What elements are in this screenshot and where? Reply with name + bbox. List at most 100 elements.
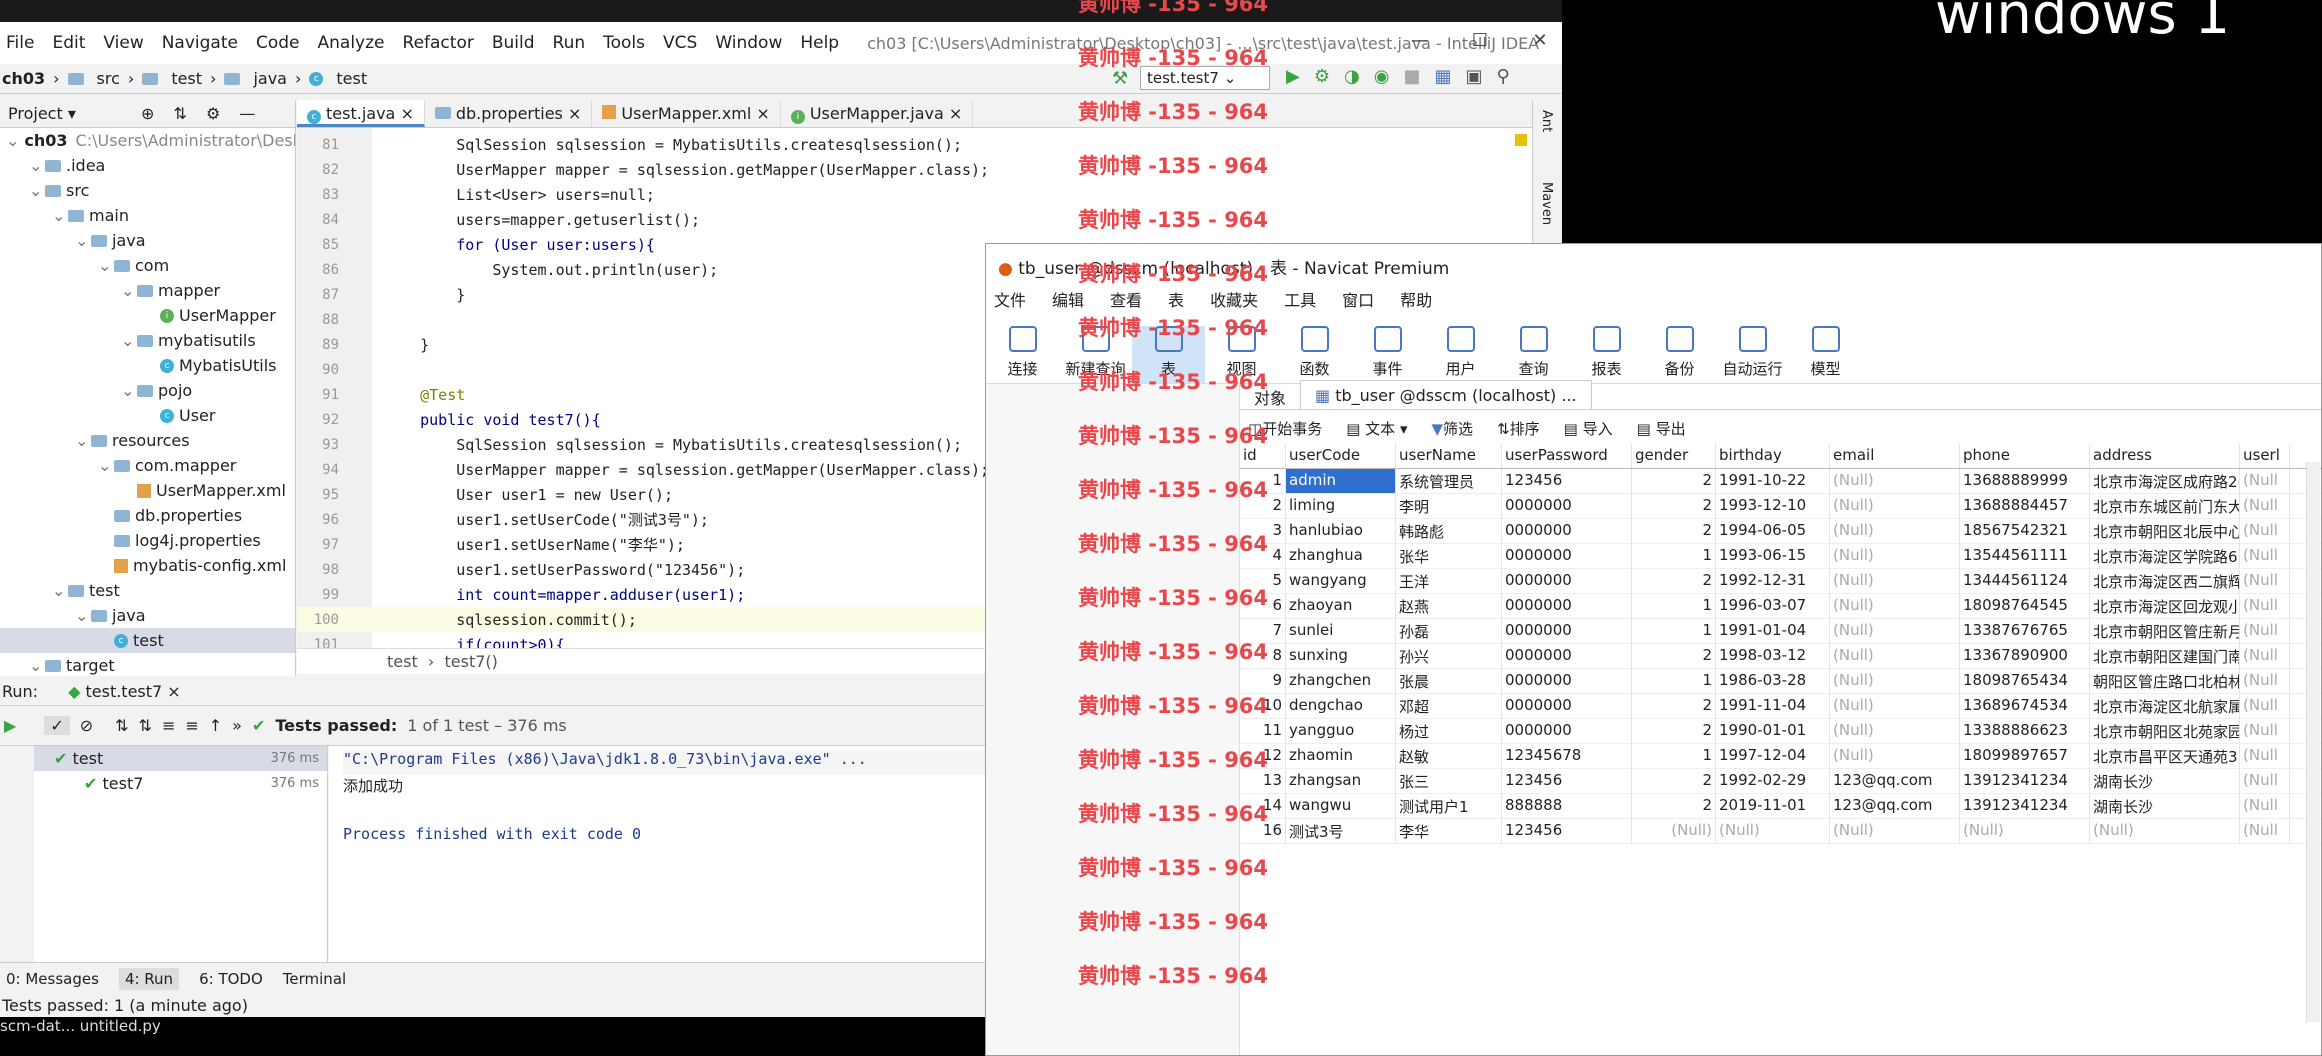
toolbar-backup-button[interactable]: 备份: [1643, 326, 1716, 383]
table-cell[interactable]: 0000000: [1502, 594, 1632, 618]
table-cell[interactable]: (Null: [2240, 769, 2290, 793]
tree-item[interactable]: ⌄ ch03 C:\Users\Administrator\Desk: [0, 128, 295, 153]
table-cell[interactable]: 系统管理员: [1396, 469, 1502, 493]
table-cell[interactable]: 123456: [1502, 469, 1632, 493]
table-cell[interactable]: 朝阳区管庄路口北柏林: [2090, 669, 2240, 693]
run-tab[interactable]: ◆ test.test7 ×: [68, 682, 181, 701]
table-cell[interactable]: 北京市朝阳区北苑家园: [2090, 719, 2240, 743]
table-row[interactable]: 3 hanlubiao 韩路彪 0000000 2 1994-06-05 (Null) 185…: [1240, 519, 2321, 544]
table-cell[interactable]: 13912341234: [1960, 794, 2090, 818]
column-header[interactable]: userCode: [1286, 444, 1396, 468]
project-structure-icon[interactable]: ▦: [1434, 66, 1451, 87]
table-cell[interactable]: 孙磊: [1396, 619, 1502, 643]
table-cell[interactable]: 18098765434: [1960, 669, 2090, 693]
nav-menu-window[interactable]: 窗口: [1342, 287, 1374, 311]
stop-icon[interactable]: ■: [1403, 66, 1420, 87]
tree-item[interactable]: ⌄ test: [0, 578, 295, 603]
tree-item[interactable]: c MybatisUtils: [0, 353, 295, 378]
close-icon[interactable]: ×: [949, 104, 962, 123]
table-cell[interactable]: 邓超: [1396, 694, 1502, 718]
table-cell[interactable]: 北京市朝阳区管庄新月: [2090, 619, 2240, 643]
close-icon[interactable]: ✕: [1520, 30, 1560, 51]
tab-run[interactable]: 4: Run: [118, 967, 180, 990]
more-icon[interactable]: »: [232, 716, 242, 735]
text-button[interactable]: ▤ 文本 ▾: [1346, 418, 1407, 439]
table-cell[interactable]: 赵敏: [1396, 744, 1502, 768]
tab-usermapper-java[interactable]: i UserMapper.java ×: [781, 100, 974, 127]
table-cell[interactable]: 赵燕: [1396, 594, 1502, 618]
table-cell[interactable]: 13688889999: [1960, 469, 2090, 493]
show-ignored-icon[interactable]: ⊘: [80, 716, 93, 735]
table-cell[interactable]: 123456: [1502, 819, 1632, 843]
table-cell[interactable]: 13912341234: [1960, 769, 2090, 793]
chevron-down-icon[interactable]: ⌄: [121, 331, 137, 350]
table-cell[interactable]: 13544561111: [1960, 544, 2090, 568]
table-row[interactable]: 5 wangyang 王洋 0000000 2 1992-12-31 (Null) 13444…: [1240, 569, 2321, 594]
table-cell[interactable]: 1996-03-07: [1716, 594, 1830, 618]
table-cell[interactable]: (Null): [1830, 619, 1960, 643]
crumb-method[interactable]: test7(): [444, 652, 497, 671]
close-icon[interactable]: ×: [400, 104, 413, 123]
menu-edit[interactable]: Edit: [52, 33, 85, 53]
tab-terminal[interactable]: Terminal: [283, 970, 346, 988]
nav-menu-view[interactable]: 查看: [1110, 287, 1142, 311]
tab-test-java[interactable]: c test.java ×: [297, 100, 425, 127]
table-cell[interactable]: (Null): [1830, 494, 1960, 518]
table-cell[interactable]: 123@qq.com: [1830, 769, 1960, 793]
toolbar-function-button[interactable]: 函数: [1278, 326, 1351, 383]
table-row[interactable]: 11 yangguo 杨过 0000000 2 1990-01-01 (Null) 13388…: [1240, 719, 2321, 744]
table-cell[interactable]: 13388886623: [1960, 719, 2090, 743]
table-cell[interactable]: 北京市朝阳区北辰中心: [2090, 519, 2240, 543]
table-cell[interactable]: 13689674534: [1960, 694, 2090, 718]
table-cell[interactable]: 0000000: [1502, 519, 1632, 543]
expand-all-icon[interactable]: ≡: [162, 716, 175, 735]
tab-messages[interactable]: 0: Messages: [6, 970, 99, 988]
target-icon[interactable]: ⊕: [141, 104, 154, 123]
toolbar-automation-button[interactable]: 自动运行: [1716, 326, 1789, 383]
table-cell[interactable]: 2: [1632, 569, 1716, 593]
table-cell[interactable]: (Null: [2240, 569, 2290, 593]
tree-item[interactable]: db.properties: [0, 503, 295, 528]
chevron-down-icon[interactable]: ⌄: [52, 206, 68, 225]
close-icon[interactable]: ×: [756, 104, 769, 123]
table-cell[interactable]: 北京市朝阳区建国门南: [2090, 644, 2240, 668]
table-cell[interactable]: 湖南长沙: [2090, 794, 2240, 818]
table-cell[interactable]: 1991-11-04: [1716, 694, 1830, 718]
filter-button[interactable]: ▼筛选: [1432, 418, 1474, 439]
table-cell[interactable]: wangwu: [1286, 794, 1396, 818]
table-cell[interactable]: 1: [1632, 619, 1716, 643]
rerun-icon[interactable]: ▶: [4, 716, 16, 735]
table-cell[interactable]: 0000000: [1502, 694, 1632, 718]
table-cell[interactable]: (Null): [1830, 744, 1960, 768]
tab-tb-user[interactable]: ▦ tb_user @dsscm (localhost) ...: [1300, 380, 1592, 409]
table-cell[interactable]: (Null: [2240, 594, 2290, 618]
crumb-src[interactable]: src: [97, 69, 120, 88]
tree-item[interactable]: ⌄ resources: [0, 428, 295, 453]
import-button[interactable]: ▤ 导入: [1564, 418, 1613, 439]
table-cell[interactable]: (Null): [1830, 544, 1960, 568]
gear-icon[interactable]: ⚙: [206, 104, 220, 123]
table-row[interactable]: 12 zhaomin 赵敏 12345678 1 1997-12-04 (Null) 1809…: [1240, 744, 2321, 769]
table-cell[interactable]: hanlubiao: [1286, 519, 1396, 543]
menu-build[interactable]: Build: [492, 33, 535, 53]
menu-window[interactable]: Window: [715, 33, 782, 53]
table-cell[interactable]: (Null: [2240, 619, 2290, 643]
chevron-down-icon[interactable]: ⌄: [29, 656, 45, 675]
table-row[interactable]: 1 admin 系统管理员 123456 2 1991-10-22 (Null) 136888…: [1240, 469, 2321, 494]
toolbar-model-button[interactable]: 模型: [1789, 326, 1862, 383]
tree-item[interactable]: ⌄ com.mapper: [0, 453, 295, 478]
tab-db-properties[interactable]: db.properties ×: [425, 100, 593, 127]
table-cell[interactable]: 1992-02-29: [1716, 769, 1830, 793]
table-cell[interactable]: zhaomin: [1286, 744, 1396, 768]
toolbar-report-button[interactable]: 报表: [1570, 326, 1643, 383]
chevron-down-icon[interactable]: ⌄: [29, 181, 45, 200]
table-cell[interactable]: (Null: [2240, 644, 2290, 668]
column-header[interactable]: userName: [1396, 444, 1502, 468]
table-row[interactable]: 2 liming 李明 0000000 2 1993-12-10 (Null) 1368888…: [1240, 494, 2321, 519]
table-cell[interactable]: (Null): [1830, 719, 1960, 743]
table-cell[interactable]: 12345678: [1502, 744, 1632, 768]
sort-button[interactable]: ⇅排序: [1497, 418, 1540, 439]
hide-icon[interactable]: —: [239, 104, 255, 123]
table-cell[interactable]: wangyang: [1286, 569, 1396, 593]
table-cell[interactable]: (Null): [1716, 819, 1830, 843]
